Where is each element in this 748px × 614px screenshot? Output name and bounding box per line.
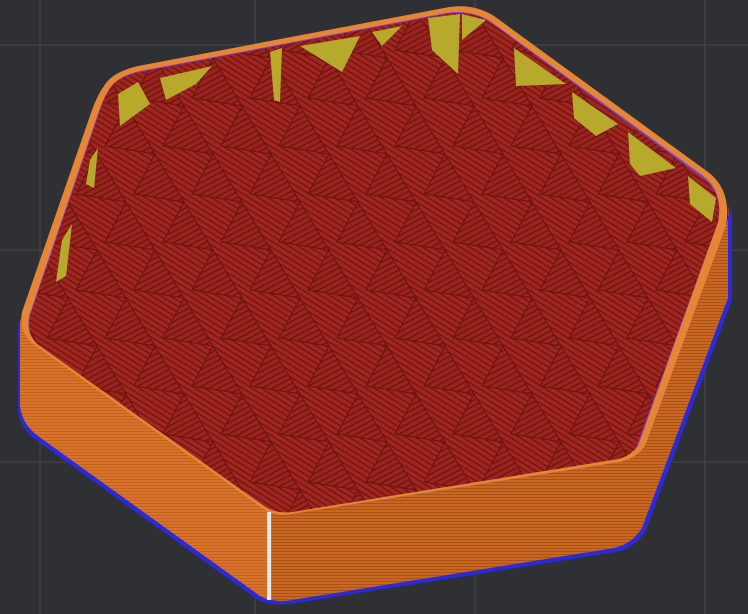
infill-cell: [743, 202, 748, 250]
infill-cell: [684, 488, 720, 513]
infill-cell: [18, 538, 68, 586]
infill-cell: [713, 344, 720, 395]
infill-cell: [0, 442, 10, 490]
infill-cell: [76, 0, 126, 10]
infill-cell: [684, 104, 720, 155]
infill-cell: [46, 488, 99, 513]
infill-cell: [684, 13, 720, 59]
infill-cell: [568, 13, 621, 59]
infill-cell: [626, 13, 679, 59]
infill-cell: [714, 0, 748, 10]
infill-cell: [713, 56, 720, 107]
infill-cell: [0, 154, 10, 202]
infill-cell: [713, 440, 720, 491]
infill-cell: [743, 490, 748, 538]
infill-cell: [743, 10, 748, 58]
infill-cell: [655, 56, 708, 107]
infill-cell: [29, 152, 70, 203]
infill-cell: [0, 250, 10, 298]
infill-cell: [29, 200, 41, 251]
infill-cell: [743, 298, 748, 346]
infill-cell: [0, 538, 10, 586]
infill-cell: [656, 538, 706, 586]
infill-cell: [29, 56, 70, 107]
seam-line-icon: [267, 512, 271, 600]
infill-cell: [134, 0, 184, 10]
infill-cell: [482, 0, 532, 10]
slicer-3d-viewport[interactable]: [0, 0, 748, 614]
preview-canvas[interactable]: [0, 0, 748, 614]
infill-cell: [366, 0, 416, 10]
infill-cell: [162, 13, 215, 59]
infill-cell: [743, 106, 748, 154]
infill-cell: [656, 0, 706, 10]
infill-cell: [743, 394, 748, 442]
infill-cell: [250, 0, 300, 10]
infill-cell: [192, 0, 242, 10]
infill-cell: [308, 0, 358, 10]
infill-cell: [0, 58, 10, 106]
infill-cell: [714, 538, 748, 586]
infill-cell: [29, 488, 41, 513]
infill-cell: [29, 104, 41, 155]
infill-cell: [104, 13, 157, 59]
infill-cell: [540, 0, 590, 10]
infill-cell: [76, 538, 126, 586]
infill-cell: [29, 13, 41, 59]
infill-cell: [18, 0, 68, 10]
infill-cell: [46, 13, 99, 59]
infill-cell: [0, 346, 10, 394]
infill-cell: [134, 538, 184, 586]
infill-cell: [598, 0, 648, 10]
infill-cell: [0, 0, 10, 10]
